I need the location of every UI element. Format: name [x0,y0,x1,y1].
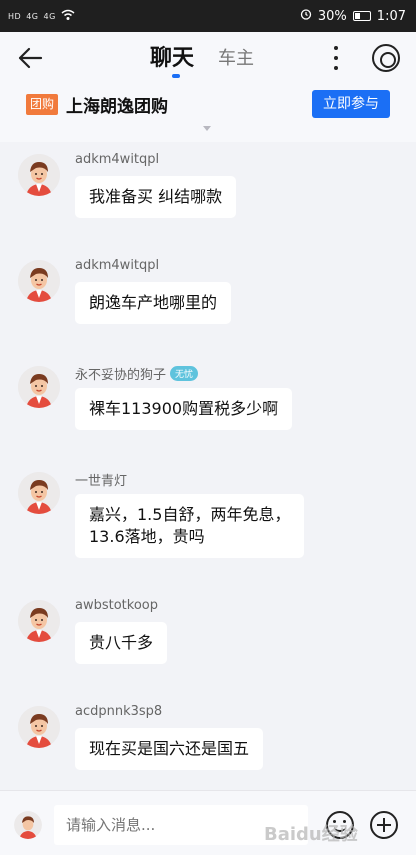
username: 永不妥协的狗子 无忧 [75,364,199,383]
user-badge: 无忧 [170,366,199,381]
message-list[interactable]: adkm4witqpl 我准备买 纠结哪款 adkm4witqpl 朗逸车产地哪… [0,142,416,790]
signal-icon: 4G [26,12,39,21]
target-icon[interactable] [372,44,400,72]
username: acdpnnk3sp8 [75,704,163,719]
status-right: 30% 1:07 [300,8,406,24]
clock-time: 1:07 [376,8,406,24]
plus-icon[interactable] [370,811,398,839]
watermark: Baidu经验 [264,824,358,845]
join-now-button[interactable]: 立即参与 [312,90,390,118]
username: 一世青灯 [75,474,128,489]
signal-icon-2: 4G [43,12,56,21]
expand-caret-icon[interactable] [203,126,211,131]
message-bubble: 裸车113900购置税多少啊 [75,388,293,430]
avatar[interactable] [18,706,60,748]
message-bubble: 我准备买 纠结哪款 [75,176,237,218]
alarm-icon [300,8,312,24]
header-tabs: 聊天 车主 [150,40,254,78]
my-avatar[interactable] [14,811,42,839]
message-bubble: 朗逸车产地哪里的 [75,282,232,324]
status-bar: HD 4G 4G 30% 1:07 [0,0,416,32]
hd-icon: HD [8,12,22,21]
wifi-icon [61,9,75,24]
avatar[interactable] [18,600,60,642]
group-buy-bar: 团购 上海朗逸团购 立即参与 [0,84,416,142]
username: awbstotkoop [75,598,158,613]
group-buy-tag: 团购 [26,94,59,115]
battery-percent: 30% [317,8,347,24]
battery-icon [352,11,371,21]
status-left: HD 4G 4G [8,9,75,24]
more-vertical-icon[interactable] [330,44,342,72]
avatar[interactable] [18,260,60,302]
avatar[interactable] [18,154,60,196]
chat-header: 聊天 车主 [0,32,416,84]
message-bubble: 嘉兴，1.5自舒，两年免息， 13.6落地，贵吗 [75,494,305,558]
message-bubble: 现在买是国六还是国五 [75,728,264,770]
tab-chat[interactable]: 聊天 [150,40,194,78]
back-arrow-icon[interactable] [16,44,44,72]
username: adkm4witqpl [75,152,160,167]
tab-owners[interactable]: 车主 [218,44,254,72]
avatar[interactable] [18,366,60,408]
username: adkm4witqpl [75,258,160,273]
group-buy-title: 上海朗逸团购 [66,97,168,117]
avatar[interactable] [18,472,60,514]
message-bubble: 贵八千多 [75,622,168,664]
